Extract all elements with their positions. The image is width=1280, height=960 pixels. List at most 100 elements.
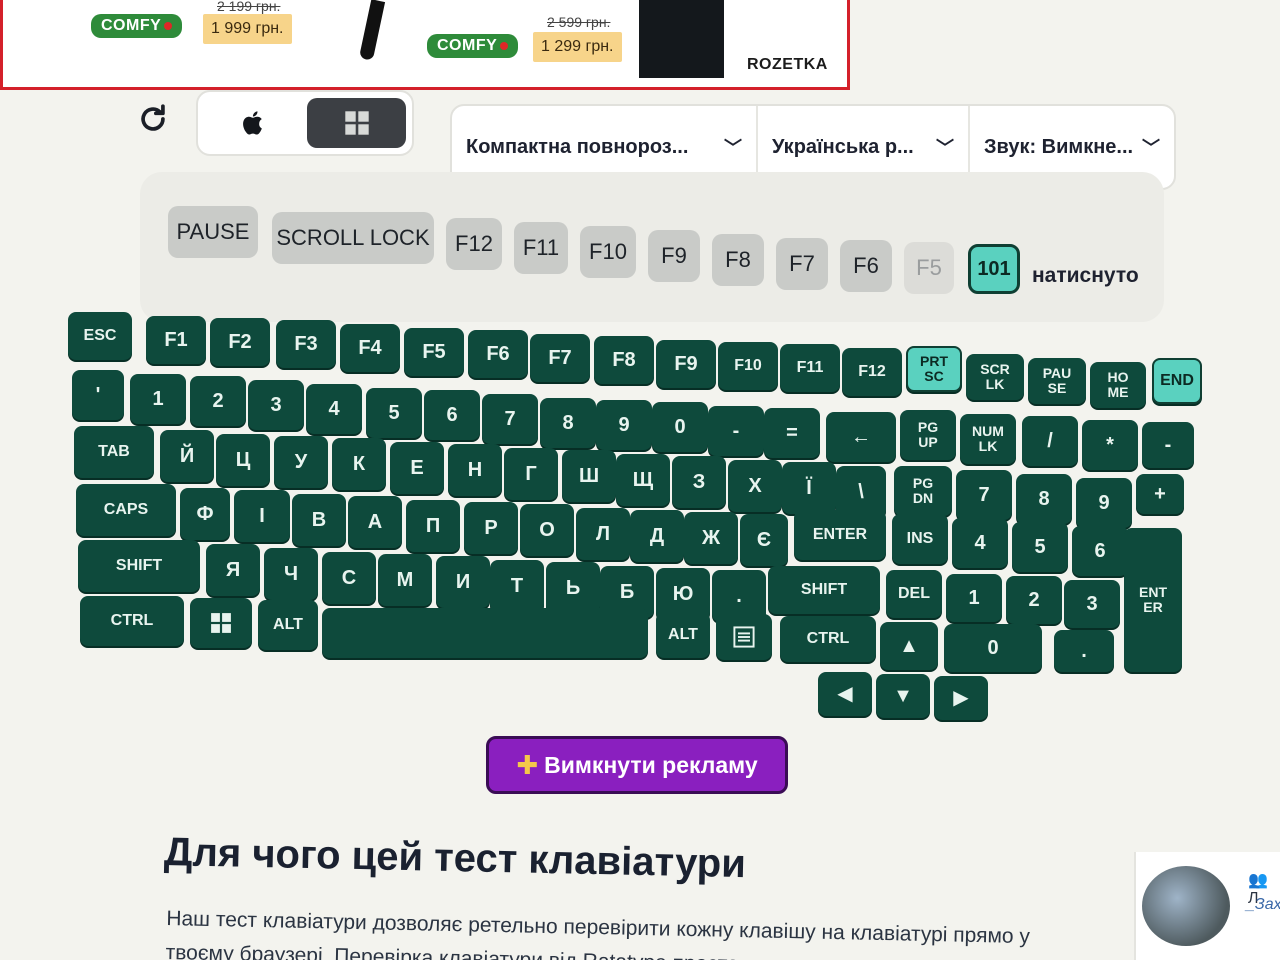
key-shift[interactable]: SHIFT — [768, 566, 880, 614]
key-f3[interactable]: F3 — [276, 320, 336, 368]
key-enter[interactable]: ENTER — [794, 510, 886, 560]
key-у[interactable]: У — [274, 436, 328, 488]
key-м[interactable]: М — [378, 554, 432, 606]
key-symbol[interactable]: . — [1054, 630, 1114, 672]
key-ч[interactable]: Ч — [264, 548, 318, 600]
key--[interactable]: - — [1142, 422, 1194, 468]
sidebar-link[interactable]: _Захі — [1246, 896, 1280, 914]
key-symbol[interactable]: * — [1082, 420, 1138, 470]
key-symbol[interactable]: ◀ — [818, 672, 872, 716]
key-shift[interactable]: SHIFT — [78, 540, 200, 592]
key-4[interactable]: 4 — [306, 384, 362, 434]
key--[interactable]: - — [708, 406, 764, 456]
key-symbol[interactable]: ▼ — [876, 674, 930, 718]
key-ц[interactable]: Ц — [216, 434, 270, 486]
key-6[interactable]: 6 — [1072, 526, 1128, 576]
key-symbol[interactable]: ▶ — [934, 676, 988, 720]
ad-banner[interactable]: COMFY 2 199 грн. 1 999 грн. COMFY 2 599 … — [0, 0, 850, 90]
key-о[interactable]: О — [520, 504, 574, 556]
key-pau-se[interactable]: PAU SE — [1028, 358, 1086, 404]
key-а[interactable]: А — [348, 496, 402, 548]
key-1[interactable]: 1 — [946, 574, 1002, 622]
key-windows[interactable] — [190, 598, 252, 648]
key-ш[interactable]: Ш — [562, 450, 616, 502]
ad-product-image[interactable] — [639, 0, 724, 78]
key-f9[interactable]: F9 — [656, 340, 716, 388]
key-scr-lk[interactable]: SCR LK — [966, 354, 1024, 400]
key-х[interactable]: Х — [728, 460, 782, 512]
ad-price[interactable]: 1 299 грн. — [533, 32, 622, 62]
key-menu[interactable] — [716, 614, 772, 660]
key-f8[interactable]: F8 — [594, 336, 654, 384]
disable-ads-button[interactable]: ✚ Вимкнути рекламу — [486, 736, 788, 794]
key-ї[interactable]: Ї — [782, 462, 836, 514]
key-в[interactable]: В — [292, 494, 346, 546]
key-0[interactable]: 0 — [944, 624, 1042, 672]
key-2[interactable]: 2 — [1006, 576, 1062, 624]
key-4[interactable]: 4 — [952, 518, 1008, 568]
key-є[interactable]: Є — [740, 514, 788, 566]
key-del[interactable]: DEL — [886, 570, 942, 618]
key-ent-er[interactable]: ENT ER — [1124, 528, 1182, 672]
key-8[interactable]: 8 — [540, 398, 596, 448]
key-л[interactable]: Л — [576, 508, 630, 560]
key-f1[interactable]: F1 — [146, 316, 206, 364]
key-щ[interactable]: Щ — [616, 454, 670, 506]
key-9[interactable]: 9 — [596, 400, 652, 450]
key-5[interactable]: 5 — [366, 388, 422, 438]
key-caps[interactable]: CAPS — [76, 484, 176, 536]
key-6[interactable]: 6 — [424, 390, 480, 440]
key-symbol[interactable]: ' — [72, 370, 124, 420]
key-9[interactable]: 9 — [1076, 478, 1132, 528]
key-alt[interactable]: ALT — [258, 600, 318, 650]
ad-price[interactable]: 1 999 грн. — [203, 14, 292, 44]
key-с[interactable]: С — [322, 552, 376, 604]
key-ь[interactable]: Ь — [546, 562, 600, 614]
key-р[interactable]: Р — [464, 502, 518, 554]
key-ж[interactable]: Ж — [684, 512, 738, 564]
key-f5[interactable]: F5 — [404, 328, 464, 376]
key-symbol[interactable]: = — [764, 408, 820, 458]
key-7[interactable]: 7 — [482, 394, 538, 444]
key-к[interactable]: К — [332, 438, 386, 490]
key-f4[interactable]: F4 — [340, 324, 400, 372]
key-д[interactable]: Д — [630, 510, 684, 562]
key-3[interactable]: 3 — [248, 380, 304, 430]
key-space[interactable] — [322, 608, 648, 658]
key-й[interactable]: Й — [160, 430, 214, 482]
sidebar-card[interactable]: 👥 Л _Захі — [1134, 852, 1280, 960]
key-f6[interactable]: F6 — [468, 330, 528, 378]
mac-os-button[interactable] — [204, 98, 303, 148]
windows-os-button[interactable] — [307, 98, 406, 148]
key-symbol[interactable]: / — [1022, 416, 1078, 466]
key-я[interactable]: Я — [206, 544, 260, 596]
key-f12[interactable]: F12 — [842, 348, 902, 396]
ad-product-image[interactable] — [358, 0, 386, 61]
key-ho-me[interactable]: HO ME — [1090, 362, 1146, 408]
key-3[interactable]: 3 — [1064, 580, 1120, 628]
key-т[interactable]: Т — [490, 560, 544, 612]
key-tab[interactable]: TAB — [74, 426, 154, 478]
key-alt[interactable]: ALT — [656, 612, 710, 658]
avatar[interactable] — [1142, 866, 1230, 946]
key-esc[interactable]: ESC — [68, 312, 132, 360]
key-f11[interactable]: F11 — [780, 344, 840, 392]
refresh-button[interactable] — [134, 100, 172, 138]
key-п[interactable]: П — [406, 500, 460, 552]
key-1[interactable]: 1 — [130, 374, 186, 424]
key-7[interactable]: 7 — [956, 470, 1012, 520]
key-і[interactable]: І — [234, 490, 290, 542]
key-f7[interactable]: F7 — [530, 334, 590, 382]
key-ctrl[interactable]: CTRL — [780, 616, 876, 662]
key-и[interactable]: И — [436, 556, 490, 608]
key-5[interactable]: 5 — [1012, 522, 1068, 572]
key-pg-up[interactable]: PG UP — [900, 410, 956, 460]
key-num-lk[interactable]: NUM LK — [960, 414, 1016, 464]
key-2[interactable]: 2 — [190, 376, 246, 426]
key-з[interactable]: З — [672, 456, 726, 508]
key-prt-sc[interactable]: PRT SC — [906, 346, 962, 392]
key-symbol[interactable]: + — [1136, 474, 1184, 514]
key-symbol[interactable]: ▲ — [880, 622, 938, 670]
key-0[interactable]: 0 — [652, 402, 708, 452]
key-н[interactable]: Н — [448, 444, 502, 496]
